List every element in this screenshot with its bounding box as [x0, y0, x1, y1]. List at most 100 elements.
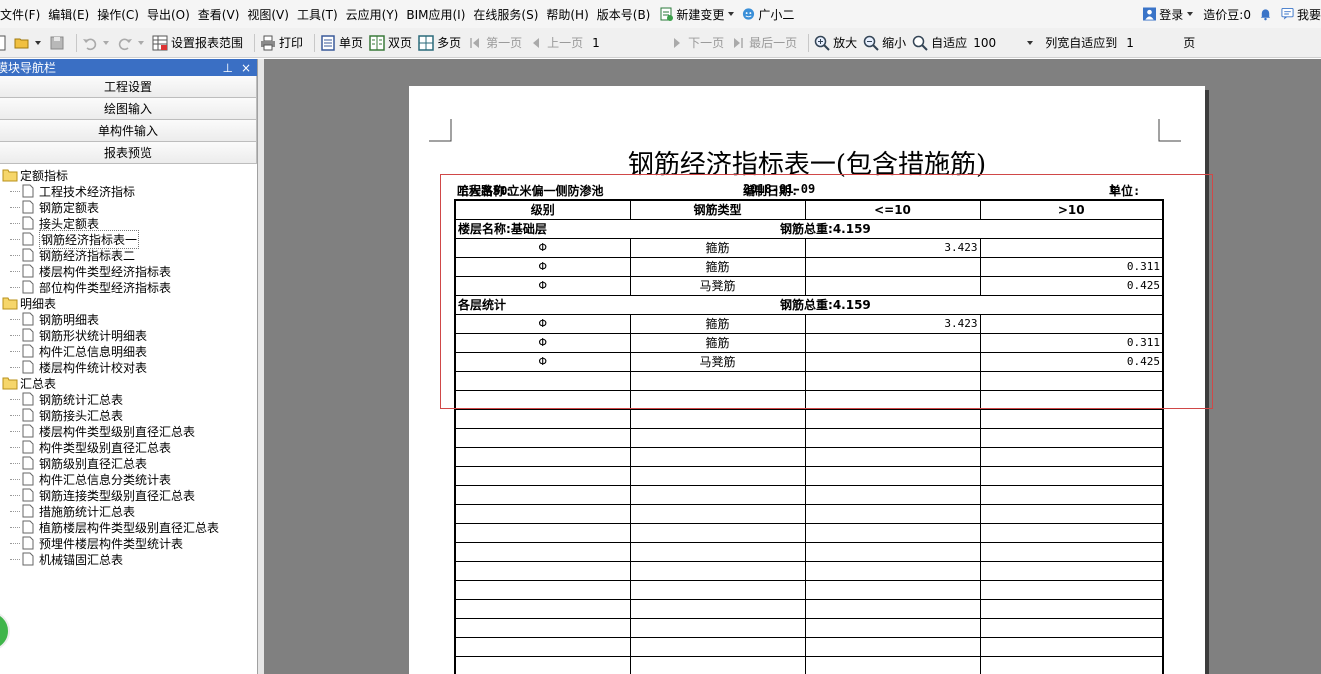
new-file-icon[interactable] — [0, 35, 8, 51]
empty-cell — [979, 598, 1164, 619]
menu-cloud[interactable]: 云应用(Y) — [346, 6, 405, 23]
tree-item-label: 部位构件类型经济指标表 — [39, 280, 172, 295]
tree-item[interactable]: 钢筋级别直径汇总表 — [0, 455, 257, 471]
module-nav-panel: 模块导航栏 ⊥ × 工程设置 绘图输入 单构件输入 报表预览 定额指标 工程技术经… — [0, 59, 258, 674]
tree-folder[interactable]: 汇总表 — [0, 375, 257, 391]
login-button[interactable]: 登录 — [1141, 6, 1199, 23]
redo-button[interactable] — [117, 32, 146, 54]
empty-cell — [629, 560, 806, 581]
tree-item[interactable]: 钢筋形状统计明细表 — [0, 327, 257, 343]
nav-single-component-input[interactable]: 单构件输入 — [0, 120, 257, 142]
empty-table-row — [454, 636, 1164, 657]
tree-item[interactable]: 钢筋定额表 — [0, 199, 257, 215]
single-page-label: 单页 — [339, 36, 364, 50]
tree-item-label: 预埋件楼层构件类型统计表 — [39, 536, 184, 551]
toolbar: 设置报表范围 打印 单页 双页 多页 第一页 上一页 下一页 最后一页 放大 — [0, 28, 1321, 58]
tree-item[interactable]: 楼层构件类型级别直径汇总表 — [0, 423, 257, 439]
tree-item-label: 钢筋连接类型级别直径汇总表 — [39, 488, 196, 503]
prev-page-button[interactable]: 上一页 — [528, 32, 583, 54]
menu-bim[interactable]: BIM应用(I) — [406, 6, 471, 23]
tree-item[interactable]: 楼层构件统计校对表 — [0, 359, 257, 375]
zoom-in-icon — [814, 35, 830, 51]
pin-icon[interactable]: ⊥ — [222, 61, 232, 75]
new-change-button[interactable]: 新建变更 — [658, 6, 740, 23]
menu-edit[interactable]: 编辑(E) — [48, 6, 95, 23]
tree-item[interactable]: 钢筋明细表 — [0, 311, 257, 327]
menu-look[interactable]: 查看(V) — [198, 6, 246, 23]
empty-cell — [979, 484, 1164, 505]
save-icon[interactable] — [49, 35, 65, 51]
toolbar-separator — [314, 33, 316, 52]
undo-button[interactable] — [82, 32, 111, 54]
zoom-out-button[interactable]: 缩小 — [863, 32, 906, 54]
empty-table-row — [454, 484, 1164, 505]
print-button[interactable]: 打印 — [260, 32, 303, 54]
tree-item[interactable]: 构件类型级别直径汇总表 — [0, 439, 257, 455]
single-page-button[interactable]: 单页 — [320, 32, 363, 54]
menu-help[interactable]: 帮助(H) — [546, 6, 594, 23]
open-file-button[interactable] — [14, 32, 43, 54]
close-icon[interactable]: × — [241, 61, 251, 75]
empty-cell — [979, 408, 1164, 429]
empty-cell — [804, 579, 981, 600]
tree-item[interactable]: 机械锚固汇总表 — [0, 551, 257, 567]
fit-button[interactable]: 自适应 — [912, 32, 967, 54]
menu-version[interactable]: 版本号(B) — [597, 6, 657, 23]
user-icon — [1143, 7, 1157, 21]
menu-online[interactable]: 在线服务(S) — [473, 6, 544, 23]
multi-page-button[interactable]: 多页 — [418, 32, 461, 54]
col-fit-input[interactable] — [1123, 32, 1184, 53]
assistant-button[interactable]: 广小二 — [740, 6, 794, 23]
menu-view[interactable]: 视图(V) — [247, 6, 295, 23]
double-page-button[interactable]: 双页 — [369, 32, 412, 54]
empty-cell — [454, 617, 631, 638]
empty-cell — [804, 636, 981, 657]
tree-item[interactable]: 构件汇总信息明细表 — [0, 343, 257, 359]
tree-item[interactable]: 钢筋经济指标表二 — [0, 247, 257, 263]
set-report-range-button[interactable]: 设置报表范围 — [152, 32, 243, 54]
chevron-down-icon — [728, 12, 735, 16]
nav-report-preview[interactable]: 报表预览 — [0, 142, 257, 164]
bell-icon[interactable] — [1259, 7, 1272, 21]
tree-folder[interactable]: 定额指标 — [0, 167, 257, 183]
empty-cell — [629, 655, 806, 674]
empty-cell — [979, 560, 1164, 581]
report-tree: 定额指标 工程技术经济指标 钢筋定额表 接头定额表 钢筋经济指标表一 钢筋经济指标表二 楼层… — [0, 164, 257, 567]
tree-item[interactable]: 钢筋连接类型级别直径汇总表 — [0, 487, 257, 503]
empty-cell — [629, 427, 806, 448]
tree-item[interactable]: 植筋楼层构件类型级别直径汇总表 — [0, 519, 257, 535]
tree-item-label: 钢筋经济指标表二 — [39, 248, 136, 263]
tree-item[interactable]: 措施筋统计汇总表 — [0, 503, 257, 519]
menu-file[interactable]: 文件(F) — [0, 6, 46, 23]
empty-cell — [629, 446, 806, 467]
tree-item[interactable]: 构件汇总信息分类统计表 — [0, 471, 257, 487]
menu-operate[interactable]: 操作(C) — [97, 6, 145, 23]
i-want-button[interactable]: 我要 — [1279, 6, 1321, 23]
page-number-input[interactable] — [589, 32, 666, 53]
menu-export[interactable]: 导出(O) — [147, 6, 196, 23]
tree-item[interactable]: 部位构件类型经济指标表 — [0, 279, 257, 295]
last-page-button[interactable]: 最后一页 — [730, 32, 797, 54]
tree-item[interactable]: 工程技术经济指标 — [0, 183, 257, 199]
tree-item-label: 措施筋统计汇总表 — [39, 504, 136, 519]
empty-cell — [454, 579, 631, 600]
zoom-out-label: 缩小 — [882, 36, 907, 50]
empty-cell — [454, 560, 631, 581]
nav-drawing-input[interactable]: 绘图输入 — [0, 98, 257, 120]
tree-folder[interactable]: 明细表 — [0, 295, 257, 311]
tree-item[interactable]: 钢筋经济指标表一 — [0, 229, 257, 249]
floating-assistant-button[interactable] — [0, 611, 10, 651]
first-page-button[interactable]: 第一页 — [467, 32, 522, 54]
report-doc-icon — [22, 552, 34, 566]
tree-item[interactable]: 钢筋接头汇总表 — [0, 407, 257, 423]
zoom-in-button[interactable]: 放大 — [814, 32, 857, 54]
tree-item[interactable]: 钢筋统计汇总表 — [0, 391, 257, 407]
nav-project-settings[interactable]: 工程设置 — [0, 76, 257, 98]
menu-tools[interactable]: 工具(T) — [297, 6, 344, 23]
next-page-button[interactable]: 下一页 — [669, 32, 724, 54]
last-page-label: 最后一页 — [749, 36, 798, 50]
tree-item[interactable]: 楼层构件类型经济指标表 — [0, 263, 257, 279]
empty-cell — [804, 522, 981, 543]
zoom-select[interactable]: 100 — [973, 36, 1039, 50]
tree-item[interactable]: 预埋件楼层构件类型统计表 — [0, 535, 257, 551]
